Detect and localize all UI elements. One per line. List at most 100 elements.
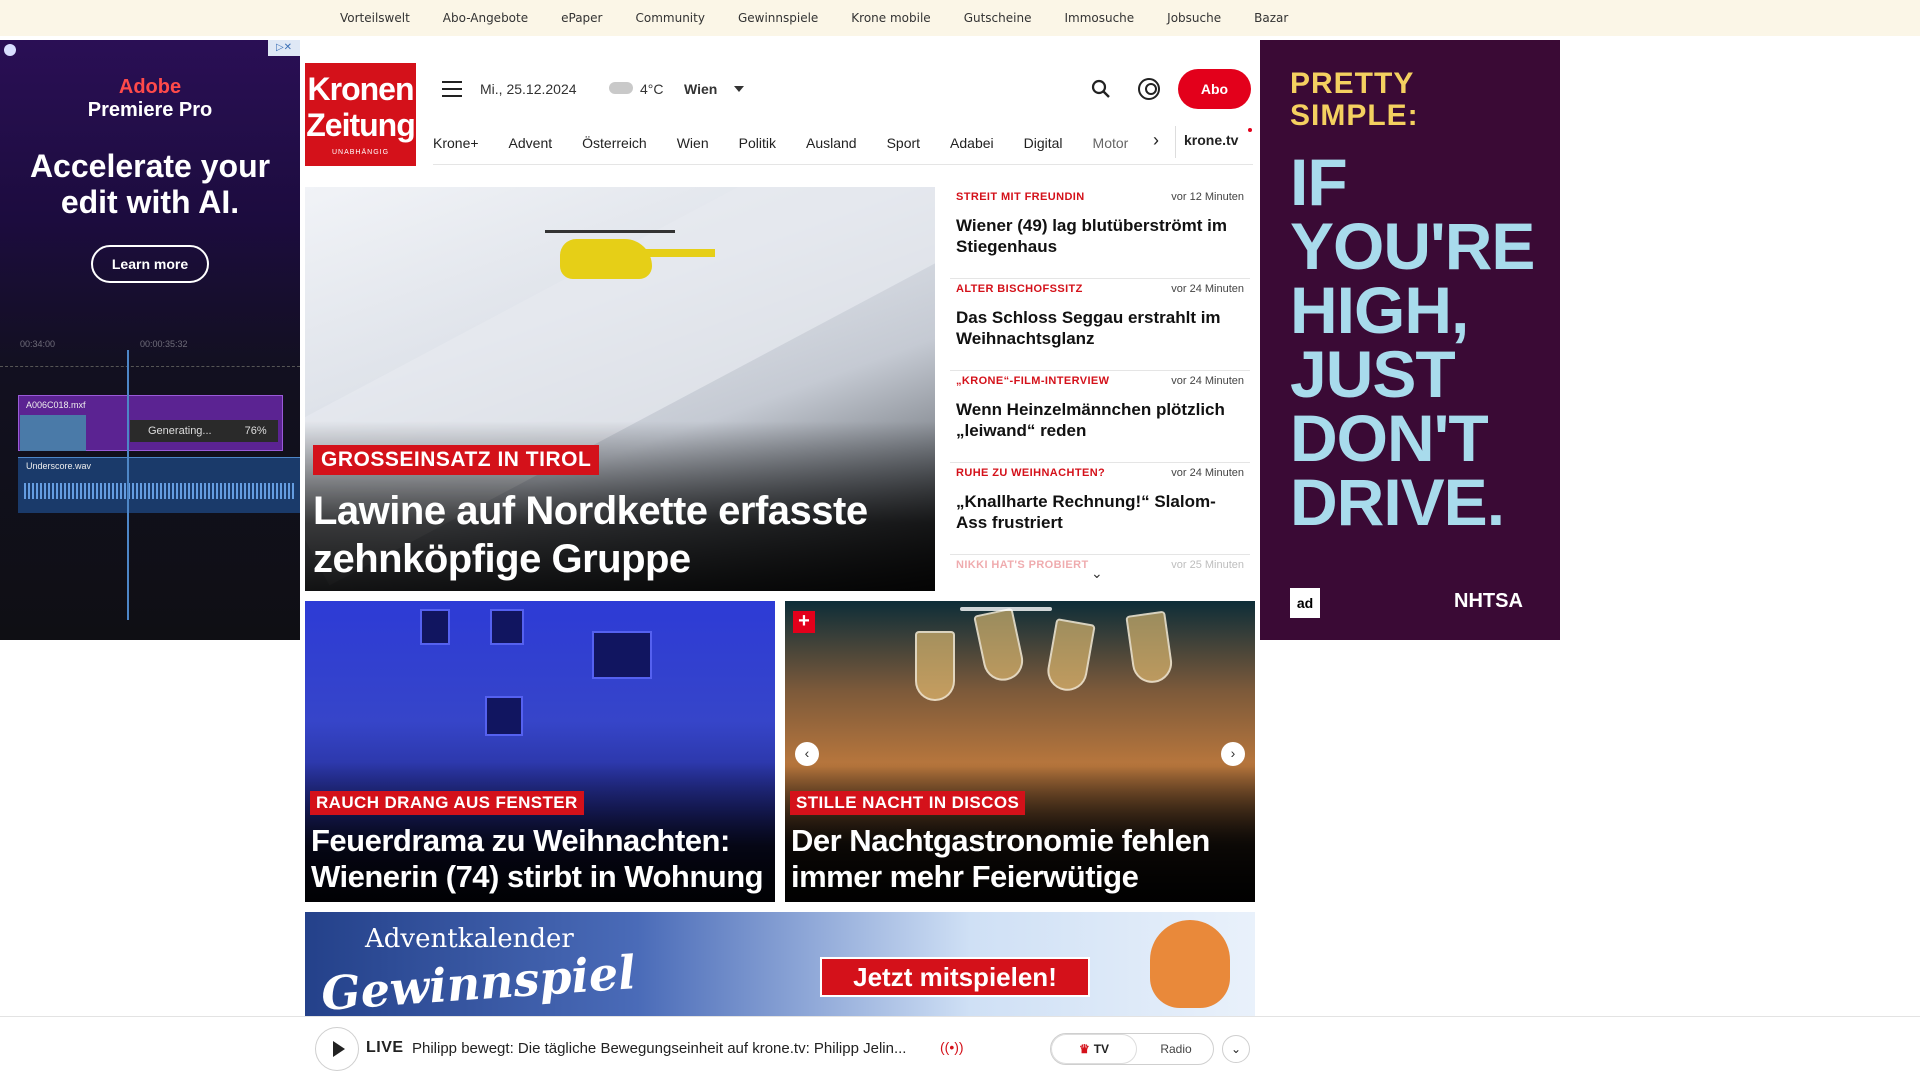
- menu-icon[interactable]: [442, 81, 462, 97]
- main-navigation: Krone+ Advent Österreich Wien Politik Au…: [433, 121, 1253, 165]
- hero-image-rotor: [545, 230, 675, 233]
- top-link-abo-angebote[interactable]: Abo-Angebote: [443, 11, 528, 25]
- ticker-headline[interactable]: Das Schloss Seggau erstrahlt im Weihnach…: [956, 307, 1244, 349]
- adventkalender-gewinnspiel-banner[interactable]: Adventkalender Gewinnspiel Jetzt mitspie…: [305, 912, 1255, 1016]
- search-icon[interactable]: [1091, 79, 1111, 99]
- banner-fox-mascot: [1150, 920, 1230, 1008]
- user-account-icon[interactable]: [1138, 78, 1160, 100]
- card-image-glass: [915, 631, 955, 701]
- card-title[interactable]: Feuerdrama zu Weihnachten: Wienerin (74)…: [311, 823, 771, 895]
- card-image-glass: [1044, 618, 1096, 694]
- nav-item-advent[interactable]: Advent: [509, 135, 553, 151]
- live-program-text[interactable]: Philipp bewegt: Die tägliche Bewegungsei…: [412, 1040, 906, 1057]
- banner-cta-button[interactable]: Jetzt mitspielen!: [820, 957, 1090, 997]
- top-link-epaper[interactable]: ePaper: [561, 11, 602, 25]
- card-image-glass: [1125, 610, 1175, 686]
- chevron-right-icon[interactable]: ›: [1153, 130, 1159, 151]
- hero-title[interactable]: Lawine auf Nordkette erfasste zehnköpfig…: [313, 487, 928, 583]
- card-image-window: [420, 609, 450, 645]
- city-selector[interactable]: Wien: [684, 81, 717, 97]
- live-label: LIVE: [366, 1039, 404, 1056]
- ad-timeline-ruler: [0, 355, 300, 367]
- krone-plus-badge-icon: +: [793, 611, 815, 633]
- carousel-next-arrow-icon[interactable]: ›: [1221, 742, 1245, 766]
- top-link-gewinnspiele[interactable]: Gewinnspiele: [738, 11, 818, 25]
- abo-button[interactable]: Abo: [1178, 69, 1251, 109]
- nav-item-oesterreich[interactable]: Österreich: [582, 135, 647, 151]
- top-utility-bar: Vorteilswelt Abo-Angebote ePaper Communi…: [0, 0, 1920, 36]
- ad-generating-text: Generating...: [148, 425, 212, 437]
- ticker-headline[interactable]: „Knallharte Rechnung!“ Slalom-Ass frustr…: [956, 491, 1244, 533]
- logo-line1: Kronen: [307, 71, 415, 107]
- crown-icon: ♛: [1078, 1042, 1090, 1056]
- ad-product-name: Premiere Pro: [87, 99, 213, 121]
- nav-item-sport[interactable]: Sport: [887, 135, 920, 151]
- card-title[interactable]: Der Nachtgastronomie fehlen immer mehr F…: [791, 823, 1251, 895]
- card-image-window: [485, 696, 523, 736]
- ticker-item[interactable]: RUHE ZU WEIHNACHTEN? vor 24 Minuten „Kna…: [950, 463, 1250, 555]
- nhtsa-logo: NHTSA: [1454, 590, 1523, 612]
- temperature: 4°C: [640, 81, 664, 97]
- kronen-zeitung-logo[interactable]: Kronen Zeitung UNABHÄNGIG: [305, 63, 416, 166]
- nav-item-ausland[interactable]: Ausland: [806, 135, 857, 151]
- ad-clip-thumbnail: [20, 415, 86, 451]
- ad-council-logo: ad: [1290, 588, 1320, 618]
- tv-toggle-button[interactable]: ♛ TV: [1052, 1035, 1136, 1063]
- top-link-bazar[interactable]: Bazar: [1254, 11, 1288, 25]
- ad-learn-more-button[interactable]: Learn more: [91, 245, 209, 283]
- ad-info-icon[interactable]: [4, 44, 16, 56]
- nav-item-motor[interactable]: Motor: [1093, 135, 1129, 151]
- chevron-down-icon[interactable]: [734, 86, 744, 92]
- broadcast-icon: ((•)): [940, 1039, 964, 1055]
- nav-item-adabei[interactable]: Adabei: [950, 135, 994, 151]
- ad-brand: Adobe Premiere Pro: [0, 76, 300, 122]
- hero-image-tail: [645, 249, 715, 257]
- ticker-time: vor 25 Minuten: [1171, 559, 1244, 571]
- ad-audio-name: Underscore.wav: [26, 461, 92, 471]
- scroll-down-chevron-icon[interactable]: ⌄: [1091, 565, 1103, 582]
- carousel-prev-arrow-icon[interactable]: ‹: [795, 742, 819, 766]
- ticker-time: vor 24 Minuten: [1171, 375, 1244, 387]
- nav-item-politik[interactable]: Politik: [739, 135, 776, 151]
- top-link-vorteilswelt[interactable]: Vorteilswelt: [340, 11, 410, 25]
- card-kicker: STILLE NACHT IN DISCOS: [790, 791, 1026, 815]
- ad-time-label-b: 00:00:35:32: [140, 339, 188, 349]
- ad-left-adobe[interactable]: ▷✕ Adobe Premiere Pro Accelerate your ed…: [0, 40, 300, 640]
- top-link-immosuche[interactable]: Immosuche: [1064, 11, 1134, 25]
- live-player-bar: LIVE Philipp bewegt: Die tägliche Bewegu…: [0, 1016, 1920, 1080]
- banner-line1: Adventkalender: [365, 924, 574, 954]
- ticker-item[interactable]: ALTER BISCHOFSSITZ vor 24 Minuten Das Sc…: [950, 279, 1250, 371]
- cloud-icon: [609, 82, 633, 94]
- live-indicator-dot: [1248, 128, 1252, 132]
- top-link-community[interactable]: Community: [636, 11, 705, 25]
- hero-image-helicopter: [560, 239, 652, 279]
- current-date: Mi., 25.12.2024: [480, 81, 577, 97]
- ad-progress-text: 76%: [244, 425, 267, 437]
- ad-right-nhtsa[interactable]: PRETTY SIMPLE: IF YOU'RE HIGH, JUST DON'…: [1260, 40, 1560, 640]
- play-button-icon[interactable]: [315, 1027, 359, 1071]
- carousel-indicator[interactable]: [960, 607, 1052, 611]
- top-link-jobsuche[interactable]: Jobsuche: [1167, 11, 1221, 25]
- nav-item-krone-plus[interactable]: Krone+: [433, 135, 479, 151]
- ticker-headline[interactable]: Wenn Heinzelmännchen plötzlich „leiwand“…: [956, 399, 1244, 441]
- expand-chevron-icon[interactable]: ⌄: [1222, 1035, 1250, 1063]
- top-link-krone-mobile[interactable]: Krone mobile: [851, 11, 930, 25]
- ad-audio-waveform: [24, 483, 294, 499]
- story-card[interactable]: + ‹ › STILLE NACHT IN DISCOS Der Nachtga…: [785, 601, 1255, 902]
- ticker-item[interactable]: STREIT MIT FREUNDIN vor 12 Minuten Wiene…: [950, 187, 1250, 279]
- card-kicker: RAUCH DRANG AUS FENSTER: [310, 791, 584, 815]
- nav-item-wien[interactable]: Wien: [677, 135, 709, 151]
- ticker-item[interactable]: „KRONE“-FILM-INTERVIEW vor 24 Minuten We…: [950, 371, 1250, 463]
- ad-right-top-text: PRETTY SIMPLE:: [1290, 67, 1419, 132]
- nav-item-digital[interactable]: Digital: [1024, 135, 1063, 151]
- hero-story[interactable]: GROSSEINSATZ IN TIROL Lawine auf Nordket…: [305, 187, 935, 591]
- logo-line2: Zeitung: [306, 107, 416, 143]
- ticker-headline[interactable]: Wiener (49) lag blutüberströmt im Stiege…: [956, 215, 1244, 257]
- banner-line2: Gewinnspiel: [319, 945, 638, 1016]
- story-card[interactable]: RAUCH DRANG AUS FENSTER Feuerdrama zu We…: [305, 601, 775, 902]
- adchoices-icon[interactable]: ▷✕: [268, 40, 300, 56]
- nav-item-krone-tv[interactable]: krone.tv: [1184, 132, 1238, 148]
- radio-toggle-button[interactable]: Radio: [1146, 1035, 1206, 1063]
- ticker-time: vor 12 Minuten: [1171, 191, 1244, 203]
- top-link-gutscheine[interactable]: Gutscheine: [964, 11, 1032, 25]
